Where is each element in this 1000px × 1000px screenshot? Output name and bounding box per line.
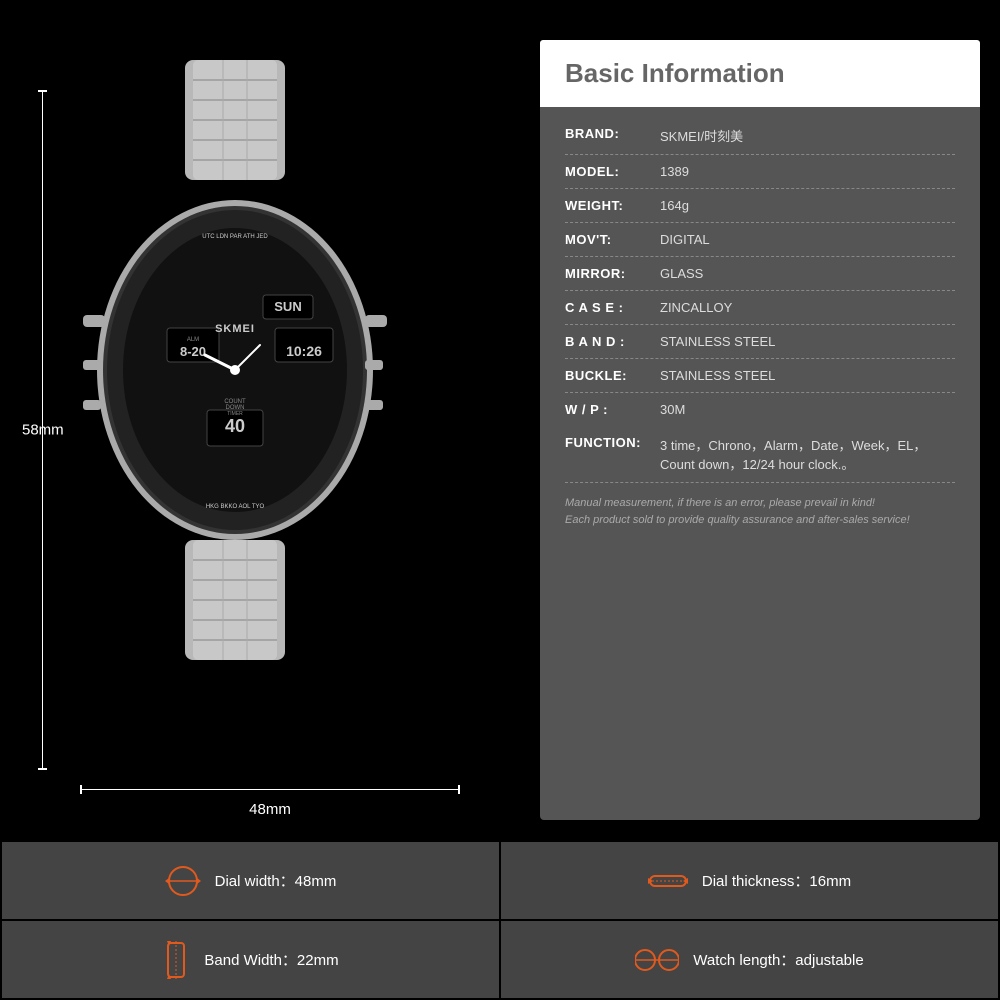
dim-line-horizontal (80, 789, 460, 790)
info-row-value: STAINLESS STEEL (660, 368, 955, 383)
dim-arrow-h-left (80, 785, 82, 794)
info-note-text: Manual measurement, if there is an error… (565, 497, 910, 526)
info-row: WEIGHT:164g (565, 189, 955, 223)
info-row-value: 164g (660, 198, 955, 213)
info-row: MOV'T:DIGITAL (565, 223, 955, 257)
watch-area: 58mm 48mm (20, 30, 520, 830)
watch-image: UTC LDN PAR ATH JED HKG BKKO AOL TYO ALM… (75, 60, 395, 660)
spec-watch-length-val: adjustable (795, 952, 863, 969)
info-row-value: ZINCALLOY (660, 300, 955, 315)
spec-dial-width-label: Dial width： (215, 873, 295, 890)
info-row-label: BUCKLE: (565, 368, 660, 383)
info-row-label: B A N D : (565, 334, 660, 349)
info-row-label: MODEL: (565, 164, 660, 179)
spec-dial-width: Dial width：48mm (2, 842, 499, 919)
info-row: B A N D :STAINLESS STEEL (565, 325, 955, 359)
info-row-value: 30M (660, 402, 955, 417)
info-header: Basic Information (540, 40, 980, 107)
bottom-section: Dial width：48mm Dial thickness：16mm (0, 840, 1000, 1000)
info-row: MODEL:1389 (565, 155, 955, 189)
spec-dial-width-val: 48mm (295, 873, 337, 890)
info-title: Basic Information (565, 58, 785, 88)
info-row-value: STAINLESS STEEL (660, 334, 955, 349)
info-row-label: C A S E : (565, 300, 660, 315)
svg-text:8-20: 8-20 (180, 344, 206, 359)
svg-text:TIMER: TIMER (227, 411, 243, 417)
band-width-icon (162, 941, 190, 979)
info-rows-container: BRAND:SKMEI/时刻美MODEL:1389WEIGHT:164gMOV'… (565, 117, 955, 426)
info-function-label: FUNCTION: (565, 435, 660, 450)
spec-dial-width-text: Dial width：48mm (215, 870, 337, 891)
top-section: 58mm 48mm (0, 0, 1000, 840)
info-row: W / P :30M (565, 393, 955, 426)
svg-text:10:26: 10:26 (286, 343, 322, 359)
info-row-label: WEIGHT: (565, 198, 660, 213)
dim-arrow-v-top (38, 90, 47, 92)
info-row: BUCKLE:STAINLESS STEEL (565, 359, 955, 393)
spec-band-width-text: Band Width：22mm (204, 949, 338, 970)
dim-label-height: 58mm (22, 422, 64, 439)
info-function-value: 3 time，Chrono，Alarm，Date，Week，EL，Count d… (660, 435, 955, 473)
info-row-label: BRAND: (565, 126, 660, 141)
dim-label-width: 48mm (249, 801, 291, 818)
info-row-value: 1389 (660, 164, 955, 179)
info-panel: Basic Information BRAND:SKMEI/时刻美MODEL:1… (540, 40, 980, 820)
info-function-row: FUNCTION: 3 time，Chrono，Alarm，Date，Week，… (565, 426, 955, 483)
spec-dial-thickness: Dial thickness：16mm (501, 842, 998, 919)
spec-band-width-label: Band Width： (204, 952, 297, 969)
dim-arrow-h-right (458, 785, 460, 794)
svg-text:SUN: SUN (274, 299, 301, 314)
spec-watch-length: Watch length：adjustable (501, 921, 998, 998)
info-function-top: FUNCTION: 3 time，Chrono，Alarm，Date，Week，… (565, 435, 955, 473)
spec-band-width: Band Width：22mm (2, 921, 499, 998)
watch-wrap: 58mm 48mm (20, 30, 520, 830)
svg-text:SKMEI: SKMEI (215, 323, 255, 335)
info-row-value: SKMEI/时刻美 (660, 126, 955, 145)
watch-length-icon (635, 947, 679, 973)
info-row: C A S E :ZINCALLOY (565, 291, 955, 325)
info-row-value: GLASS (660, 266, 955, 281)
info-row-label: W / P : (565, 402, 660, 417)
main-container: 58mm 48mm (0, 0, 1000, 1000)
spec-dial-thickness-val: 16mm (809, 873, 851, 890)
spec-watch-length-label: Watch length： (693, 952, 795, 969)
dim-arrow-v-bottom (38, 768, 47, 770)
info-row-label: MIRROR: (565, 266, 660, 281)
svg-text:UTC LDN PAR ATH JED: UTC LDN PAR ATH JED (202, 234, 268, 240)
svg-text:HKG BKKO AOL TYO: HKG BKKO AOL TYO (206, 504, 265, 510)
spec-dial-thickness-text: Dial thickness：16mm (702, 870, 851, 891)
info-row: MIRROR:GLASS (565, 257, 955, 291)
info-body: BRAND:SKMEI/时刻美MODEL:1389WEIGHT:164gMOV'… (540, 107, 980, 820)
dial-width-icon (165, 863, 201, 899)
info-row-value: DIGITAL (660, 232, 955, 247)
spec-dial-thickness-label: Dial thickness： (702, 873, 810, 890)
info-note: Manual measurement, if there is an error… (565, 495, 955, 528)
dial-thickness-icon (648, 870, 688, 892)
info-row-label: MOV'T: (565, 232, 660, 247)
svg-text:ALM: ALM (187, 337, 199, 343)
spec-watch-length-text: Watch length：adjustable (693, 949, 863, 970)
info-row: BRAND:SKMEI/时刻美 (565, 117, 955, 155)
svg-text:40: 40 (225, 416, 245, 436)
spec-band-width-val: 22mm (297, 952, 339, 969)
